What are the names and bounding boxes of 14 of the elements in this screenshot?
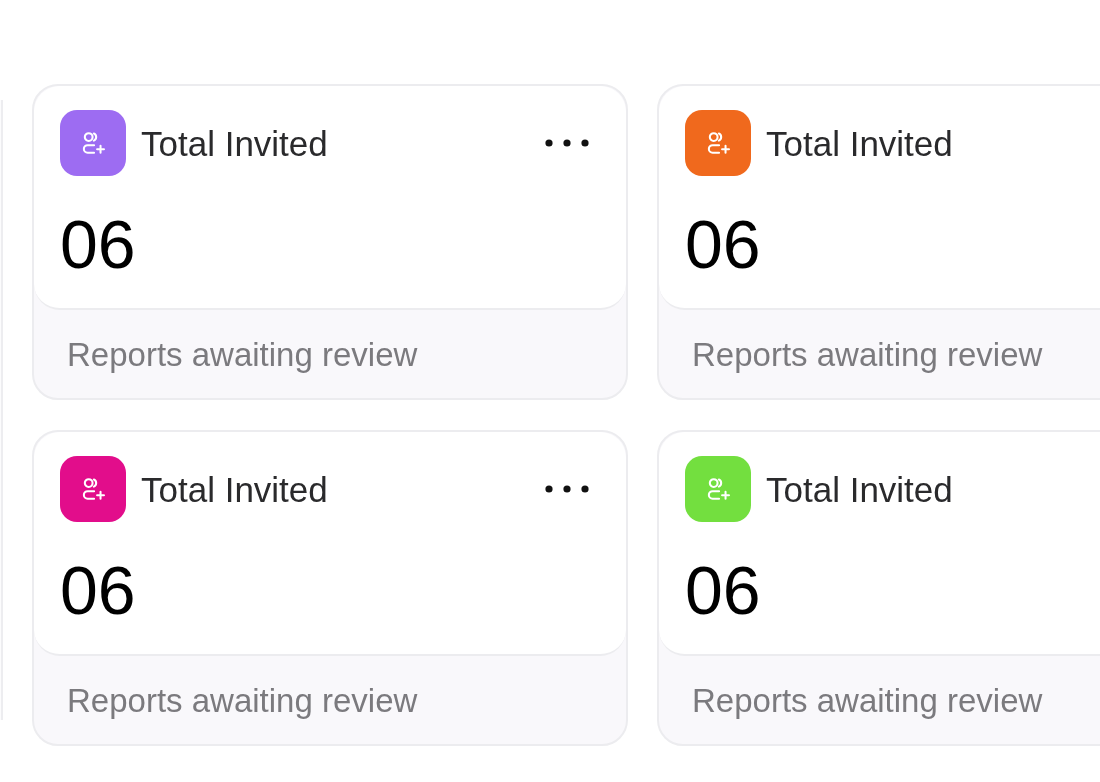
stat-value: 06: [685, 206, 761, 282]
card-title: Total Invited: [766, 471, 953, 507]
card-caption: Reports awaiting review: [67, 683, 418, 717]
more-options-icon[interactable]: [544, 484, 590, 494]
stat-value: 06: [60, 206, 136, 282]
stat-value: 06: [685, 552, 761, 628]
more-options-icon[interactable]: [544, 138, 590, 148]
card-title: Total Invited: [766, 125, 953, 161]
card-title: Total Invited: [141, 471, 328, 507]
card-caption: Reports awaiting review: [692, 337, 1043, 371]
card-caption: Reports awaiting review: [692, 683, 1043, 717]
card-title: Total Invited: [141, 125, 328, 161]
stat-value: 06: [60, 552, 136, 628]
card-caption: Reports awaiting review: [67, 337, 418, 371]
